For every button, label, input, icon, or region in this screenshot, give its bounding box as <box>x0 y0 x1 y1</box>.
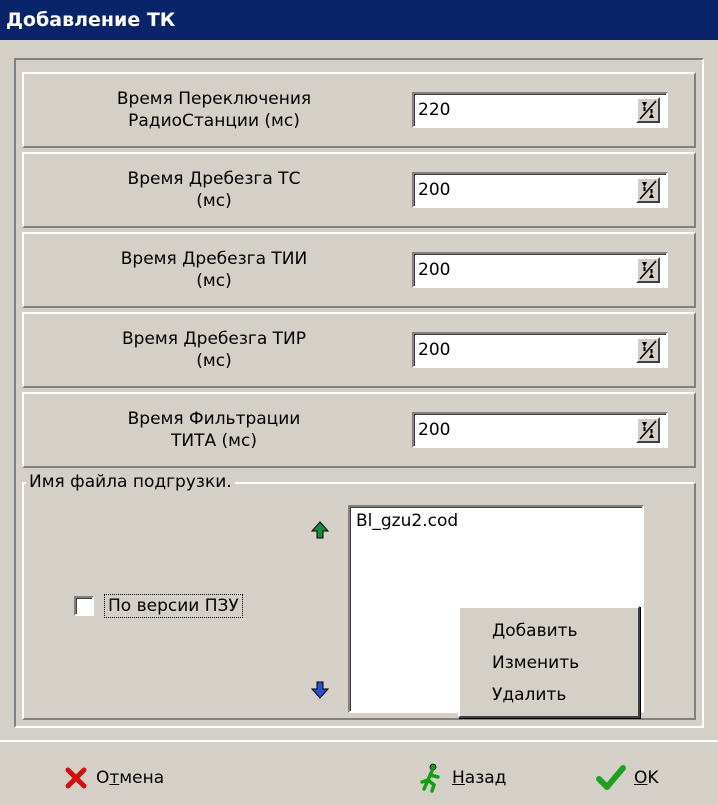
ok-label: OK <box>634 768 659 788</box>
rom-version-checkbox-row[interactable]: По версии ПЗУ <box>74 594 243 618</box>
ok-button[interactable]: OK <box>596 762 659 794</box>
spin-field <box>412 252 668 288</box>
setting-panel-tii-debounce: Время Дребезга ТИИ (мс) <box>22 232 696 308</box>
spin-field <box>412 172 668 208</box>
spin-field <box>412 412 668 448</box>
ts-debounce-time-input[interactable] <box>418 177 618 203</box>
context-menu: Добавить Изменить Удалить <box>458 606 640 718</box>
setting-label: Время Дребезга ТС (мс) <box>127 169 301 211</box>
radio-switch-time-input[interactable] <box>418 97 618 123</box>
move-up-button[interactable] <box>310 520 330 545</box>
spin-field <box>412 92 668 128</box>
back-label: Назад <box>452 768 507 788</box>
spin-arrows-icon <box>639 420 657 440</box>
spin-field <box>412 332 668 368</box>
setting-label: Время Дребезга ТИИ (мс) <box>120 249 308 291</box>
menu-item-edit[interactable]: Изменить <box>492 648 579 678</box>
menu-item-delete[interactable]: Удалить <box>492 680 566 710</box>
spin-button[interactable] <box>636 257 660 283</box>
spin-button[interactable] <box>636 337 660 363</box>
cross-icon <box>65 767 87 789</box>
checkmark-icon <box>596 765 626 790</box>
tita-filter-time-input[interactable] <box>418 417 618 443</box>
tii-debounce-time-input[interactable] <box>418 257 618 283</box>
move-down-button[interactable] <box>310 680 330 705</box>
setting-panel-radio-switch: Время Переключения РадиоСтанции (мс) <box>22 72 696 148</box>
spin-button[interactable] <box>636 177 660 203</box>
setting-panel-tir-debounce: Время Дребезга ТИР (мс) <box>22 312 696 388</box>
setting-panel-tita-filter: Время Фильтрации ТИТА (мс) <box>22 392 696 468</box>
window-titlebar: Добавление ТК <box>0 0 718 40</box>
spin-arrows-icon <box>639 340 657 360</box>
arrow-down-icon <box>310 681 330 699</box>
rom-version-label[interactable]: По версии ПЗУ <box>104 594 243 618</box>
spin-arrows-icon <box>639 180 657 200</box>
menu-item-add[interactable]: Добавить <box>492 616 578 646</box>
running-man-icon <box>420 763 440 793</box>
back-button[interactable]: Назад <box>418 762 506 794</box>
window-title: Добавление ТК <box>6 9 176 31</box>
arrow-up-icon <box>310 521 330 539</box>
rom-version-checkbox[interactable] <box>74 596 94 616</box>
spin-arrows-icon <box>639 260 657 280</box>
setting-label: Время Переключения РадиоСтанции (мс) <box>116 89 312 131</box>
setting-label: Время Фильтрации ТИТА (мс) <box>127 409 301 451</box>
setting-panel-ts-debounce: Время Дребезга ТС (мс) <box>22 152 696 228</box>
spin-button[interactable] <box>636 97 660 123</box>
setting-label: Время Дребезга ТИР (мс) <box>122 329 306 371</box>
load-file-group-legend: Имя файла подгрузки. <box>26 470 235 494</box>
tir-debounce-time-input[interactable] <box>418 337 618 363</box>
cancel-button[interactable]: Отмена <box>64 762 164 794</box>
cancel-label: Отмена <box>96 768 165 788</box>
spin-button[interactable] <box>636 417 660 443</box>
spin-arrows-icon <box>639 100 657 120</box>
button-bar: Отмена Назад OK <box>0 740 718 805</box>
list-item[interactable]: Bl_gzu2.cod <box>356 511 458 531</box>
